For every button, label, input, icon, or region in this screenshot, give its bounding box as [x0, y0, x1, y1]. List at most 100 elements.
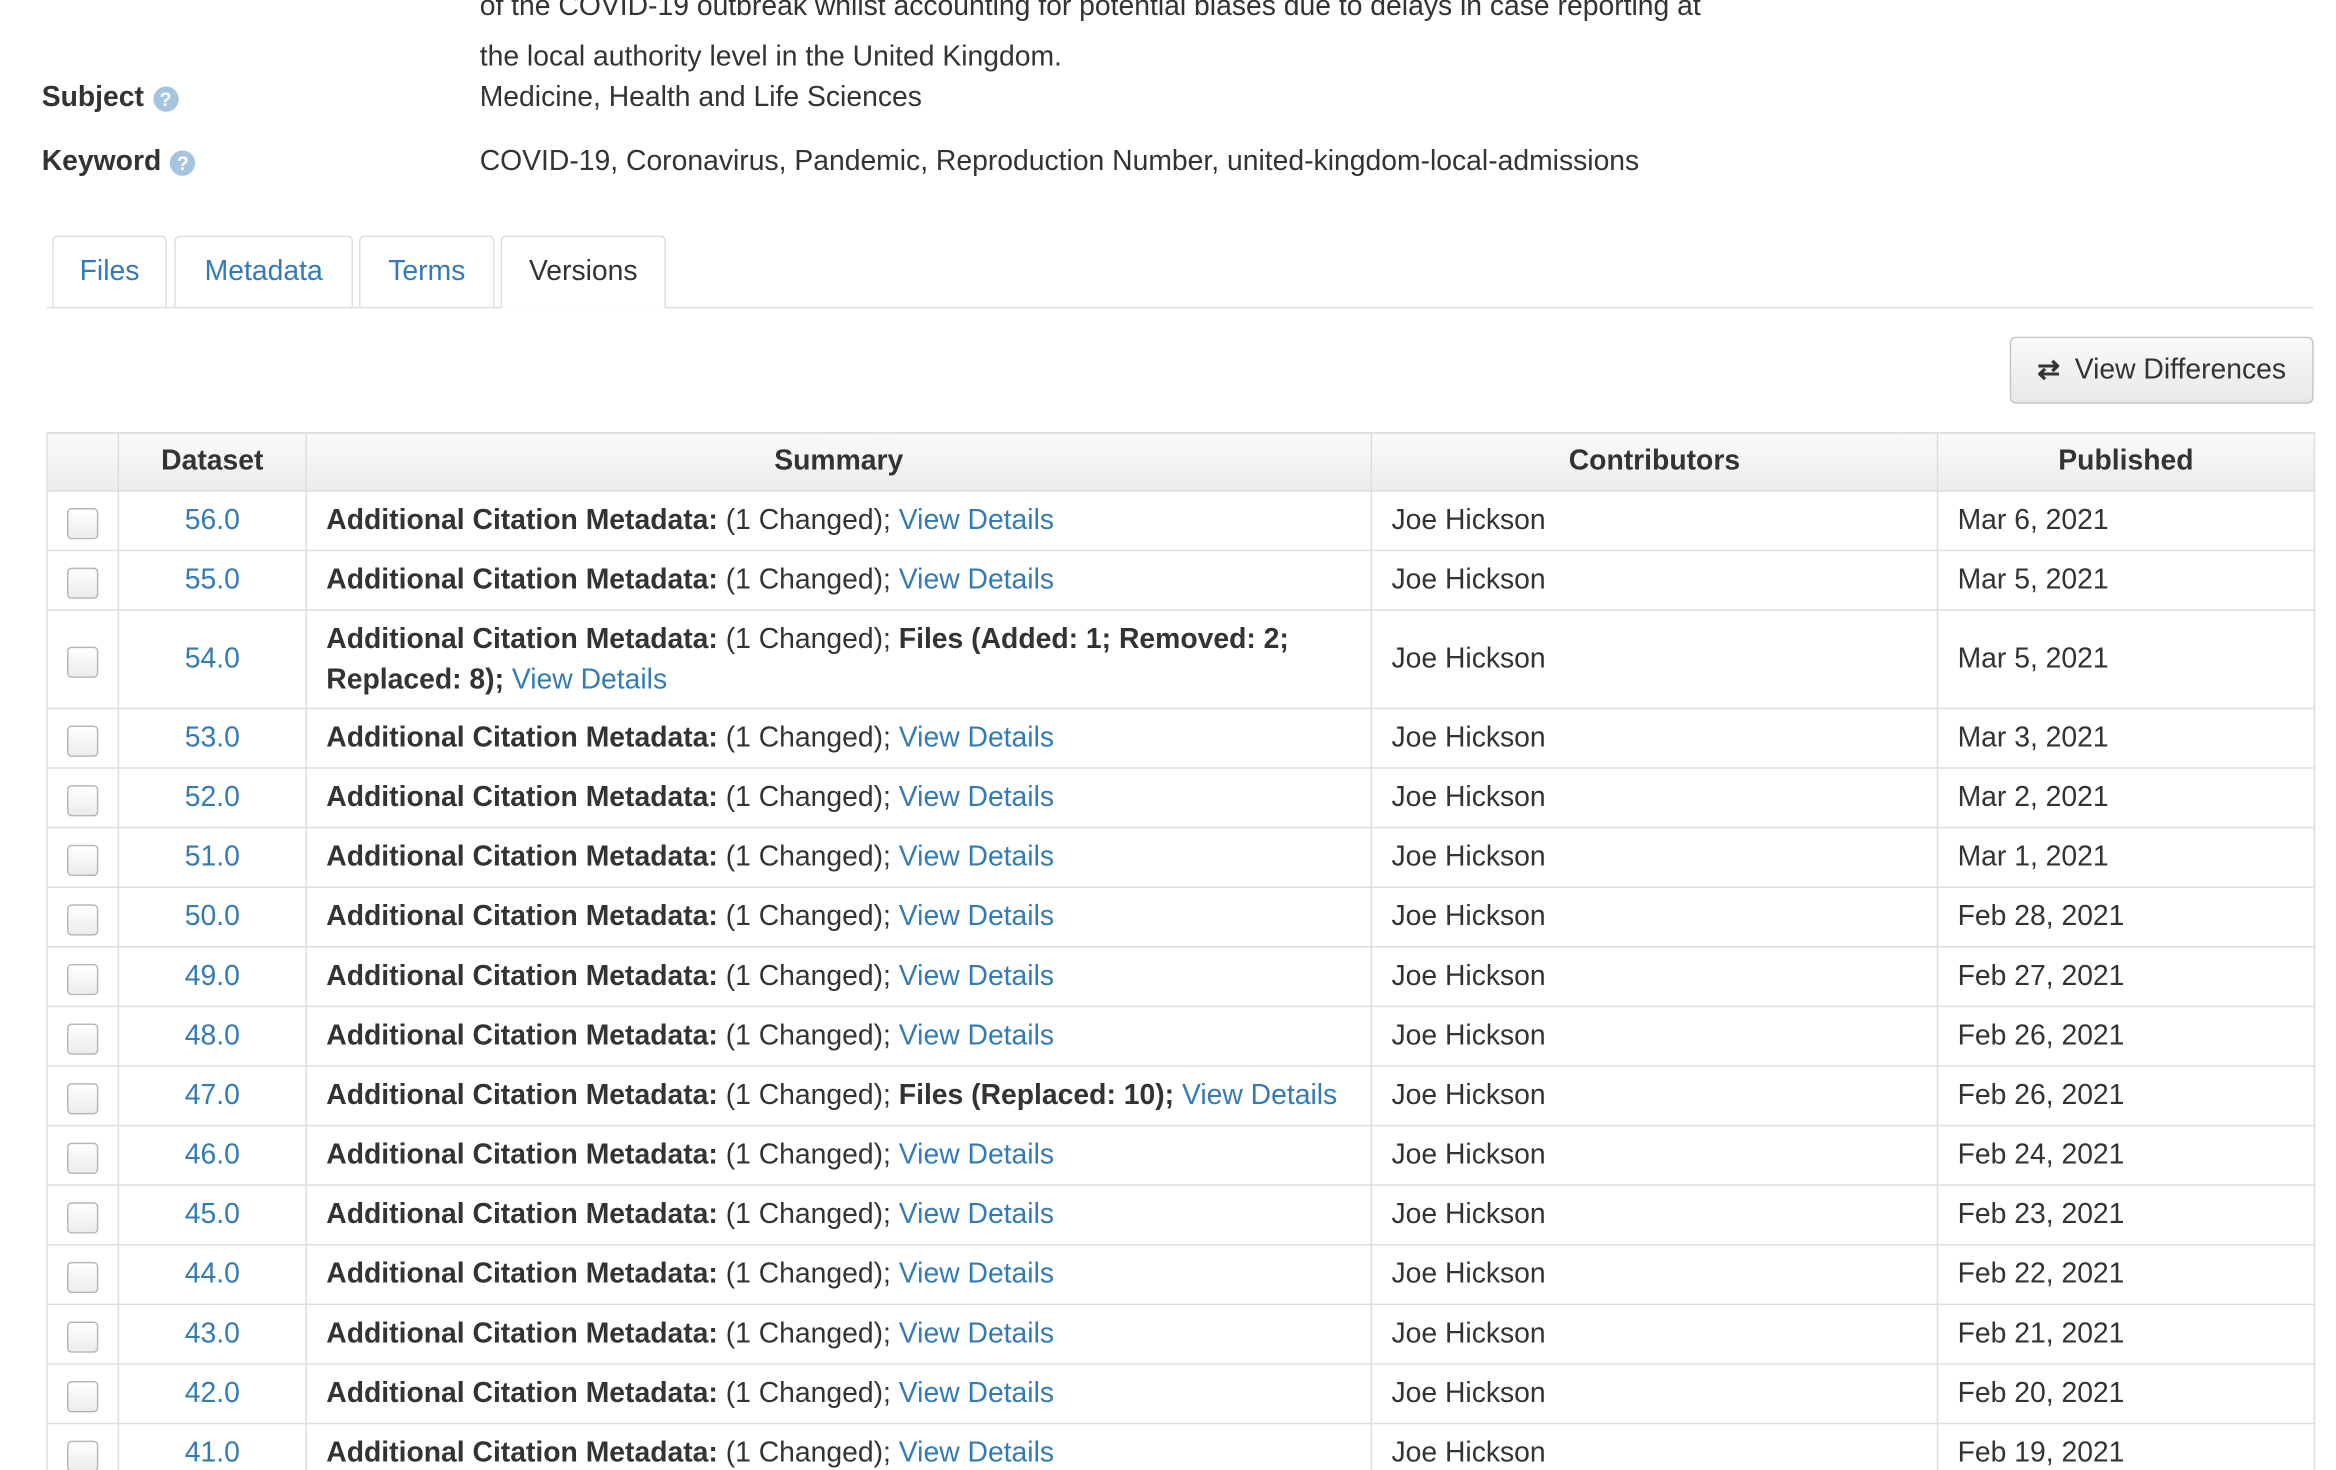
tab-metadata[interactable]: Metadata: [174, 235, 354, 307]
row-checkbox[interactable]: [67, 1441, 99, 1470]
dataset-version-cell: 50.0: [117, 886, 307, 948]
view-details-link[interactable]: View Details: [899, 1318, 1054, 1349]
contributor-cell: Joe Hickson: [1370, 609, 1939, 710]
summary-cell: Additional Citation Metadata: (1 Changed…: [305, 767, 1373, 829]
summary-changed-text: (1 Changed);: [717, 1139, 891, 1171]
summary-metadata-label: Additional Citation Metadata:: [326, 782, 718, 814]
row-select-cell: [46, 946, 120, 1008]
dataset-version-link[interactable]: 47.0: [185, 1080, 240, 1111]
table-row: 55.0 Additional Citation Metadata: (1 Cha…: [46, 549, 2316, 611]
published-cell: Mar 5, 2021: [1936, 609, 2316, 710]
dataset-version-cell: 44.0: [117, 1243, 307, 1306]
summary-cell: Additional Citation Metadata: (1 Changed…: [305, 609, 1373, 710]
subject-label: Subject ?: [42, 82, 480, 115]
view-details-link[interactable]: View Details: [899, 1140, 1054, 1171]
dataset-version-cell: 49.0: [117, 946, 307, 1008]
help-icon[interactable]: ?: [152, 85, 179, 111]
row-select-cell: [46, 549, 120, 611]
published-cell: Mar 3, 2021: [1936, 707, 2316, 769]
row-checkbox[interactable]: [67, 1143, 99, 1175]
contributor-cell: Joe Hickson: [1370, 1303, 1939, 1365]
dataset-version-link[interactable]: 48.0: [185, 1021, 240, 1052]
view-details-link[interactable]: View Details: [899, 782, 1054, 813]
table-row: 53.0 Additional Citation Metadata: (1 Cha…: [46, 707, 2316, 769]
dataset-version-link[interactable]: 51.0: [185, 842, 240, 873]
dataset-version-link[interactable]: 55.0: [185, 565, 240, 596]
dataset-version-cell: 43.0: [117, 1303, 307, 1365]
view-details-link[interactable]: View Details: [899, 1438, 1054, 1469]
row-checkbox[interactable]: [67, 1381, 99, 1414]
row-checkbox[interactable]: [67, 647, 99, 679]
tab-files[interactable]: Files: [52, 235, 167, 307]
dataset-version-link[interactable]: 50.0: [185, 901, 240, 932]
tab-terms[interactable]: Terms: [359, 235, 495, 307]
row-checkbox[interactable]: [67, 726, 99, 758]
description-line-fragment: of the COVID-19 outbreak whilst accounti…: [479, 0, 1701, 23]
dataset-version-link[interactable]: 42.0: [185, 1378, 240, 1409]
dataset-version-link[interactable]: 52.0: [185, 782, 240, 813]
row-select-cell: [46, 707, 120, 769]
view-details-link[interactable]: View Details: [899, 842, 1054, 873]
published-cell: Feb 20, 2021: [1936, 1363, 2316, 1425]
tab-versions[interactable]: Versions: [500, 235, 666, 309]
summary-cell: Additional Citation Metadata: (1 Changed…: [305, 946, 1373, 1008]
view-details-link[interactable]: View Details: [899, 901, 1054, 932]
row-checkbox[interactable]: [67, 1322, 99, 1354]
row-checkbox[interactable]: [67, 1083, 99, 1116]
view-details-link[interactable]: View Details: [899, 961, 1054, 992]
dataset-version-link[interactable]: 46.0: [185, 1140, 240, 1171]
row-checkbox[interactable]: [67, 508, 99, 541]
view-details-link[interactable]: View Details: [512, 664, 667, 695]
view-details-link[interactable]: View Details: [899, 1199, 1054, 1230]
summary-changed-text: (1 Changed);: [717, 1318, 891, 1350]
row-checkbox[interactable]: [67, 905, 99, 937]
contributor-cell: Joe Hickson: [1370, 1363, 1939, 1425]
row-checkbox[interactable]: [67, 568, 99, 600]
view-details-link[interactable]: View Details: [899, 505, 1054, 536]
table-row: 50.0 Additional Citation Metadata: (1 Cha…: [46, 886, 2316, 948]
view-details-link[interactable]: View Details: [899, 1021, 1054, 1052]
header-summary: Summary: [305, 432, 1373, 492]
dataset-version-link[interactable]: 41.0: [185, 1438, 240, 1469]
published-cell: Feb 27, 2021: [1936, 946, 2316, 1008]
row-checkbox[interactable]: [67, 964, 99, 996]
row-checkbox[interactable]: [67, 845, 99, 877]
dataset-version-link[interactable]: 49.0: [185, 961, 240, 992]
table-row: 43.0 Additional Citation Metadata: (1 Cha…: [46, 1303, 2316, 1365]
view-differences-button[interactable]: ⇄ View Differences: [2009, 336, 2314, 404]
published-cell: Feb 23, 2021: [1936, 1184, 2316, 1246]
dataset-version-link[interactable]: 56.0: [185, 505, 240, 536]
view-details-link[interactable]: View Details: [1182, 1080, 1337, 1111]
view-details-link[interactable]: View Details: [899, 565, 1054, 596]
row-checkbox[interactable]: [67, 1262, 99, 1294]
dataset-version-link[interactable]: 54.0: [185, 644, 240, 675]
row-checkbox[interactable]: [67, 1024, 99, 1056]
contributor-cell: Joe Hickson: [1370, 1184, 1939, 1246]
table-row: 46.0 Additional Citation Metadata: (1 Cha…: [46, 1124, 2316, 1186]
header-dataset: Dataset: [117, 432, 307, 492]
published-cell: Feb 26, 2021: [1936, 1065, 2316, 1127]
dataset-version-link[interactable]: 45.0: [185, 1199, 240, 1230]
row-checkbox[interactable]: [67, 1202, 99, 1235]
view-details-link[interactable]: View Details: [899, 723, 1054, 754]
view-details-link[interactable]: View Details: [899, 1259, 1054, 1290]
dataset-version-link[interactable]: 44.0: [185, 1259, 240, 1290]
published-cell: Feb 26, 2021: [1936, 1005, 2316, 1067]
summary-metadata-label: Additional Citation Metadata:: [326, 1378, 718, 1410]
summary-cell: Additional Citation Metadata: (1 Changed…: [305, 707, 1373, 769]
keyword-value: COVID-19, Coronavirus, Pandemic, Reprodu…: [479, 146, 1640, 178]
row-checkbox[interactable]: [67, 785, 99, 818]
view-details-link[interactable]: View Details: [899, 1378, 1054, 1409]
summary-changed-text: (1 Changed);: [717, 841, 891, 874]
subject-value: Medicine, Health and Life Sciences: [479, 81, 922, 114]
published-cell: Mar 6, 2021: [1936, 490, 2316, 552]
table-row: 45.0 Additional Citation Metadata: (1 Cha…: [46, 1184, 2316, 1246]
summary-metadata-label: Additional Citation Metadata:: [326, 564, 718, 596]
help-icon[interactable]: ?: [170, 149, 196, 176]
dataset-version-cell: 54.0: [117, 609, 307, 710]
dataset-version-link[interactable]: 43.0: [185, 1318, 240, 1349]
dataset-version-link[interactable]: 53.0: [185, 723, 240, 754]
contributor-cell: Joe Hickson: [1370, 826, 1939, 888]
published-cell: Mar 5, 2021: [1936, 549, 2316, 611]
summary-metadata-label: Additional Citation Metadata:: [326, 1258, 718, 1291]
